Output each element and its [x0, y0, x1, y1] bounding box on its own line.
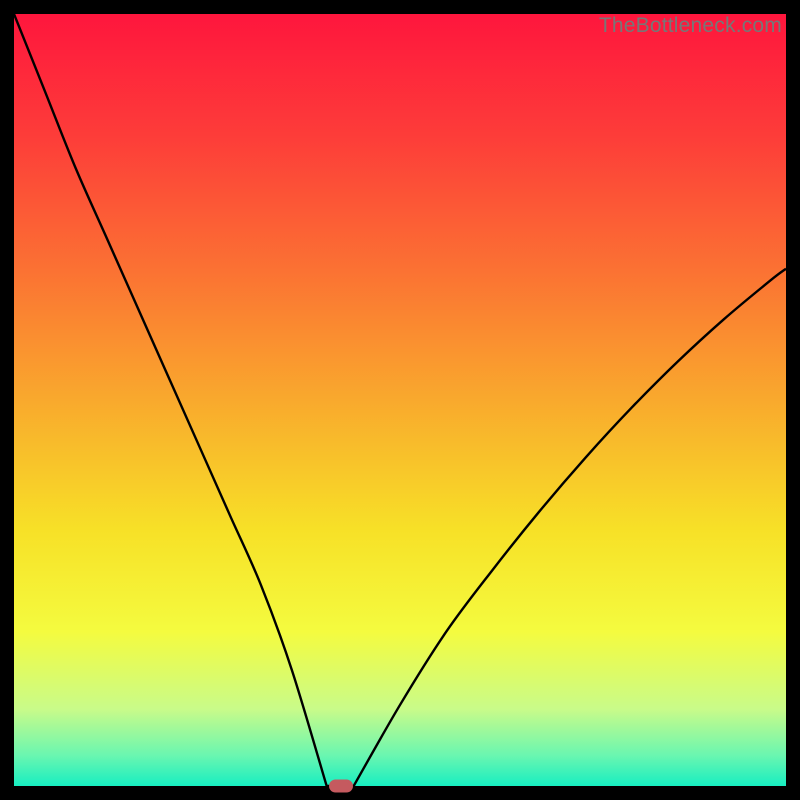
optimal-point-marker — [329, 780, 353, 793]
chart-background — [14, 14, 786, 786]
chart-frame: TheBottleneck.com — [14, 14, 786, 786]
chart-canvas — [14, 14, 786, 786]
watermark-text: TheBottleneck.com — [599, 14, 782, 38]
